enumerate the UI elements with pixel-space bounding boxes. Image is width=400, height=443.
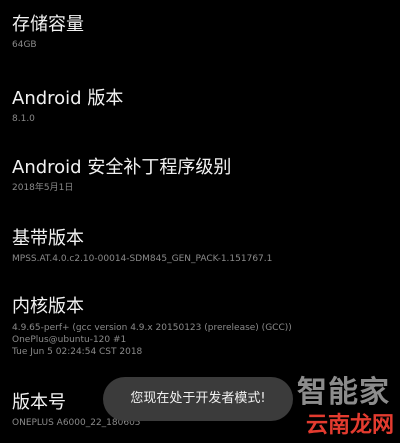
kernel-item[interactable]: 内核版本 4.9.65-perf+ (gcc version 4.9.x 201…: [12, 296, 388, 358]
security-patch-value: 2018年5月1日: [12, 183, 74, 193]
storage-title: 存储容量: [12, 14, 84, 35]
kernel-line-3: Tue Jun 5 02:24:54 CST 2018: [12, 347, 143, 357]
android-version-item[interactable]: Android 版本 8.1.0: [12, 88, 388, 125]
kernel-title: 内核版本: [12, 296, 84, 317]
baseband-title: 基带版本: [12, 228, 84, 249]
kernel-line-1: 4.9.65-perf+ (gcc version 4.9.x 20150123…: [12, 323, 292, 333]
android-version-title: Android 版本: [12, 88, 124, 109]
storage-value: 64GB: [12, 40, 37, 50]
baseband-value: MPSS.AT.4.0.c2.10-00014-SDM845_GEN_PACK-…: [12, 254, 273, 264]
storage-item[interactable]: 存储容量 64GB: [12, 14, 388, 51]
security-patch-title: Android 安全补丁程序级别: [12, 157, 232, 178]
baseband-item[interactable]: 基带版本 MPSS.AT.4.0.c2.10-00014-SDM845_GEN_…: [12, 228, 388, 265]
kernel-line-2: OnePlus@ubuntu-120 #1: [12, 335, 127, 345]
developer-mode-toast: 您现在处于开发者模式!: [103, 377, 293, 421]
security-patch-item[interactable]: Android 安全补丁程序级别 2018年5月1日: [12, 157, 388, 194]
android-version-value: 8.1.0: [12, 114, 35, 124]
